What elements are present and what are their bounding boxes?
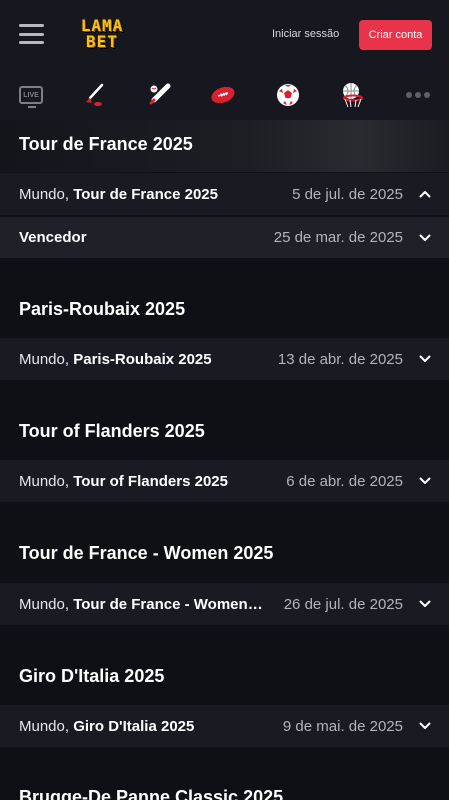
chevron-down-icon[interactable] (419, 232, 431, 244)
event-date: 9 de mai. de 2025 (282, 717, 403, 735)
market-row[interactable]: Vencedor 25 de mar. de 2025 (0, 216, 449, 258)
chevron-down-icon[interactable] (419, 720, 431, 732)
events-list: Tour de France 2025 Mundo, Tour de Franc… (0, 120, 449, 800)
chevron-up-icon[interactable] (419, 188, 431, 200)
live-label: LIVE (23, 91, 39, 99)
hockey-icon[interactable] (79, 80, 109, 110)
american-football-icon[interactable] (208, 80, 238, 110)
event-date: 26 de jul. de 2025 (283, 595, 403, 613)
event-date: 6 de abr. de 2025 (286, 472, 403, 490)
event-label: Mundo, Tour de France - Women 2025 (19, 596, 263, 613)
top-header: LAMA BET Iniciar sessão Criar conta (0, 0, 449, 70)
baseball-icon[interactable] (144, 80, 174, 110)
event-prefix: Mundo, (19, 717, 70, 735)
hamburger-menu-icon[interactable] (19, 24, 44, 44)
event-label: Mundo, Paris-Roubaix 2025 (19, 351, 212, 368)
logo-line-2: BET (86, 32, 118, 51)
event-label: Mundo, Tour de France 2025 (19, 186, 218, 203)
basketball-icon[interactable] (337, 80, 367, 110)
event-name: Tour of Flanders 2025 (73, 472, 228, 490)
event-name: Paris-Roubaix 2025 (73, 350, 212, 368)
event-name: Tour de France 2025 (73, 185, 218, 203)
chevron-down-icon[interactable] (419, 475, 431, 487)
section-title: Tour de France 2025 (19, 134, 193, 154)
event-prefix: Mundo, (19, 472, 70, 490)
event-name: Giro D'Italia 2025 (73, 717, 195, 735)
event-label: Mundo, Tour of Flanders 2025 (19, 473, 228, 490)
more-dots-icon[interactable] (403, 80, 433, 110)
event-row[interactable]: Mundo, Paris-Roubaix 2025 13 de abr. de … (0, 338, 449, 380)
section-title: Tour of Flanders 2025 (19, 421, 205, 441)
event-row[interactable]: Mundo, Tour de France - Women 2025 26 de… (0, 583, 449, 625)
section-title: Brugge-De Panne Classic 2025 (19, 787, 284, 800)
event-prefix: Mundo, (19, 595, 70, 613)
section-title: Giro D'Italia 2025 (19, 666, 165, 686)
event-label: Mundo, Giro D'Italia 2025 (19, 718, 194, 735)
lamabet-logo[interactable]: LAMA BET (70, 13, 134, 55)
soccer-ball-icon[interactable] (273, 80, 303, 110)
event-row[interactable]: Mundo, Giro D'Italia 2025 9 de mai. de 2… (0, 705, 449, 747)
event-name: Tour de France - Women 2025 (73, 595, 263, 613)
chevron-down-icon[interactable] (419, 353, 431, 365)
event-row[interactable]: Mundo, Tour of Flanders 2025 6 de abr. d… (0, 460, 449, 502)
chevron-down-icon[interactable] (419, 598, 431, 610)
event-date: 13 de abr. de 2025 (277, 350, 403, 368)
section-title: Paris-Roubaix 2025 (19, 299, 186, 319)
section-title: Tour de France - Women 2025 (19, 543, 274, 563)
login-link[interactable]: Iniciar sessão (272, 28, 339, 40)
event-row[interactable]: Mundo, Tour de France 2025 5 de jul. de … (0, 173, 449, 215)
event-prefix: Mundo, (19, 350, 70, 368)
event-prefix: Mundo, (19, 185, 70, 203)
event-date: 5 de jul. de 2025 (292, 185, 403, 203)
market-name: Vencedor (19, 229, 87, 246)
market-date: 25 de mar. de 2025 (273, 229, 403, 246)
live-tv-icon[interactable]: LIVE (16, 80, 46, 110)
sports-nav-bar: LIVE (0, 70, 449, 120)
signup-button[interactable]: Criar conta (359, 20, 432, 50)
